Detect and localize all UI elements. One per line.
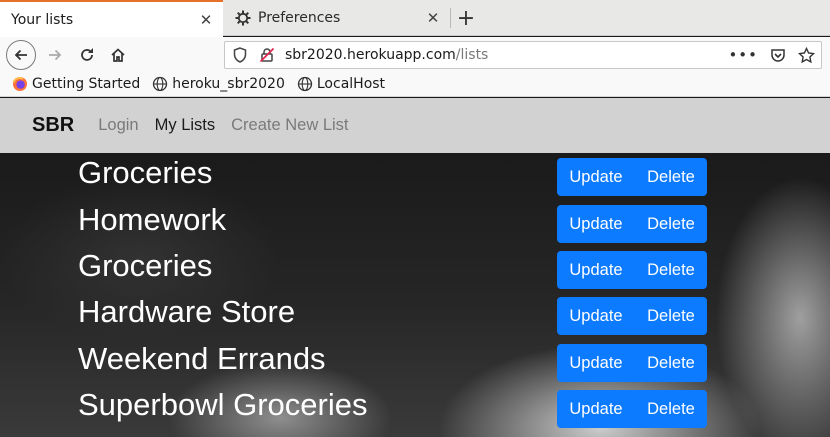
- delete-button[interactable]: Delete: [635, 251, 707, 289]
- page-actions-icon[interactable]: •••: [728, 46, 758, 64]
- delete-button[interactable]: Delete: [635, 344, 707, 382]
- list-item: Hardware Store Update Delete: [0, 292, 830, 338]
- list-name: Homework: [78, 202, 227, 237]
- navigation-toolbar: sbr2020.herokuapp.com/lists •••: [0, 37, 830, 72]
- list-item: Homework Update Delete: [0, 200, 830, 246]
- nav-login[interactable]: Login: [98, 116, 138, 135]
- globe-icon: [297, 76, 313, 92]
- site-navbar: SBR Login My Lists Create New List: [0, 98, 830, 153]
- bookmark-label: heroku_sbr2020: [172, 76, 285, 92]
- bookmark-label: LocalHost: [316, 76, 386, 92]
- tab-divider: [450, 8, 451, 28]
- bookmark-label: Getting Started: [32, 76, 141, 92]
- site-brand[interactable]: SBR: [32, 114, 74, 137]
- tab-your-lists[interactable]: Your lists ✕: [0, 0, 223, 37]
- list-name: Groceries: [78, 248, 213, 283]
- tab-label: Your lists: [11, 11, 74, 28]
- update-button[interactable]: Update: [557, 344, 635, 382]
- bookmark-localhost[interactable]: LocalHost: [297, 76, 385, 92]
- close-icon[interactable]: ✕: [425, 9, 441, 27]
- delete-button[interactable]: Delete: [635, 390, 707, 428]
- firefox-icon: [12, 76, 28, 92]
- gear-icon: [234, 9, 252, 27]
- close-icon[interactable]: ✕: [198, 11, 214, 29]
- list-name: Weekend Errands: [78, 341, 326, 376]
- list-item: Groceries Update Delete: [0, 246, 830, 292]
- back-arrow-icon[interactable]: [6, 40, 36, 70]
- update-button[interactable]: Update: [557, 205, 635, 243]
- nav-my-lists[interactable]: My Lists: [155, 116, 216, 135]
- list-name: Superbowl Groceries: [78, 387, 368, 422]
- nav-create-new-list[interactable]: Create New List: [231, 116, 348, 135]
- list-name: Groceries: [78, 155, 213, 190]
- list-name: Hardware Store: [78, 294, 296, 329]
- update-button[interactable]: Update: [557, 390, 635, 428]
- update-button[interactable]: Update: [557, 297, 635, 335]
- list-item: Superbowl Groceries Update Delete: [0, 385, 830, 431]
- address-bar[interactable]: sbr2020.herokuapp.com/lists •••: [224, 41, 822, 69]
- reload-icon[interactable]: [72, 40, 102, 70]
- update-button[interactable]: Update: [557, 158, 635, 196]
- list-item: Weekend Errands Update Delete: [0, 339, 830, 385]
- new-tab-icon[interactable]: +: [453, 5, 479, 31]
- delete-button[interactable]: Delete: [635, 297, 707, 335]
- list-item: Groceries Update Delete: [0, 153, 830, 199]
- delete-button[interactable]: Delete: [635, 205, 707, 243]
- bookmark-getting-started[interactable]: Getting Started: [12, 76, 140, 92]
- shield-icon[interactable]: [233, 47, 247, 63]
- bookmarks-toolbar: Getting Started heroku_sbr2020 LocalHost: [0, 72, 830, 97]
- bookmark-star-icon[interactable]: [798, 46, 815, 64]
- delete-button[interactable]: Delete: [635, 158, 707, 196]
- globe-icon: [152, 76, 168, 92]
- pocket-icon[interactable]: [770, 47, 786, 63]
- home-icon[interactable]: [103, 40, 133, 70]
- forward-arrow-icon[interactable]: [40, 40, 70, 70]
- tab-strip: Your lists ✕ Preferences ✕ +: [0, 0, 830, 37]
- bookmark-heroku[interactable]: heroku_sbr2020: [152, 76, 285, 92]
- tab-preferences[interactable]: Preferences ✕: [224, 0, 450, 36]
- page-content: SBR Login My Lists Create New List Groce…: [0, 98, 830, 437]
- insecure-lock-icon[interactable]: [259, 47, 275, 63]
- url-text: sbr2020.herokuapp.com/lists: [285, 47, 489, 63]
- update-button[interactable]: Update: [557, 251, 635, 289]
- tab-label: Preferences: [258, 10, 341, 26]
